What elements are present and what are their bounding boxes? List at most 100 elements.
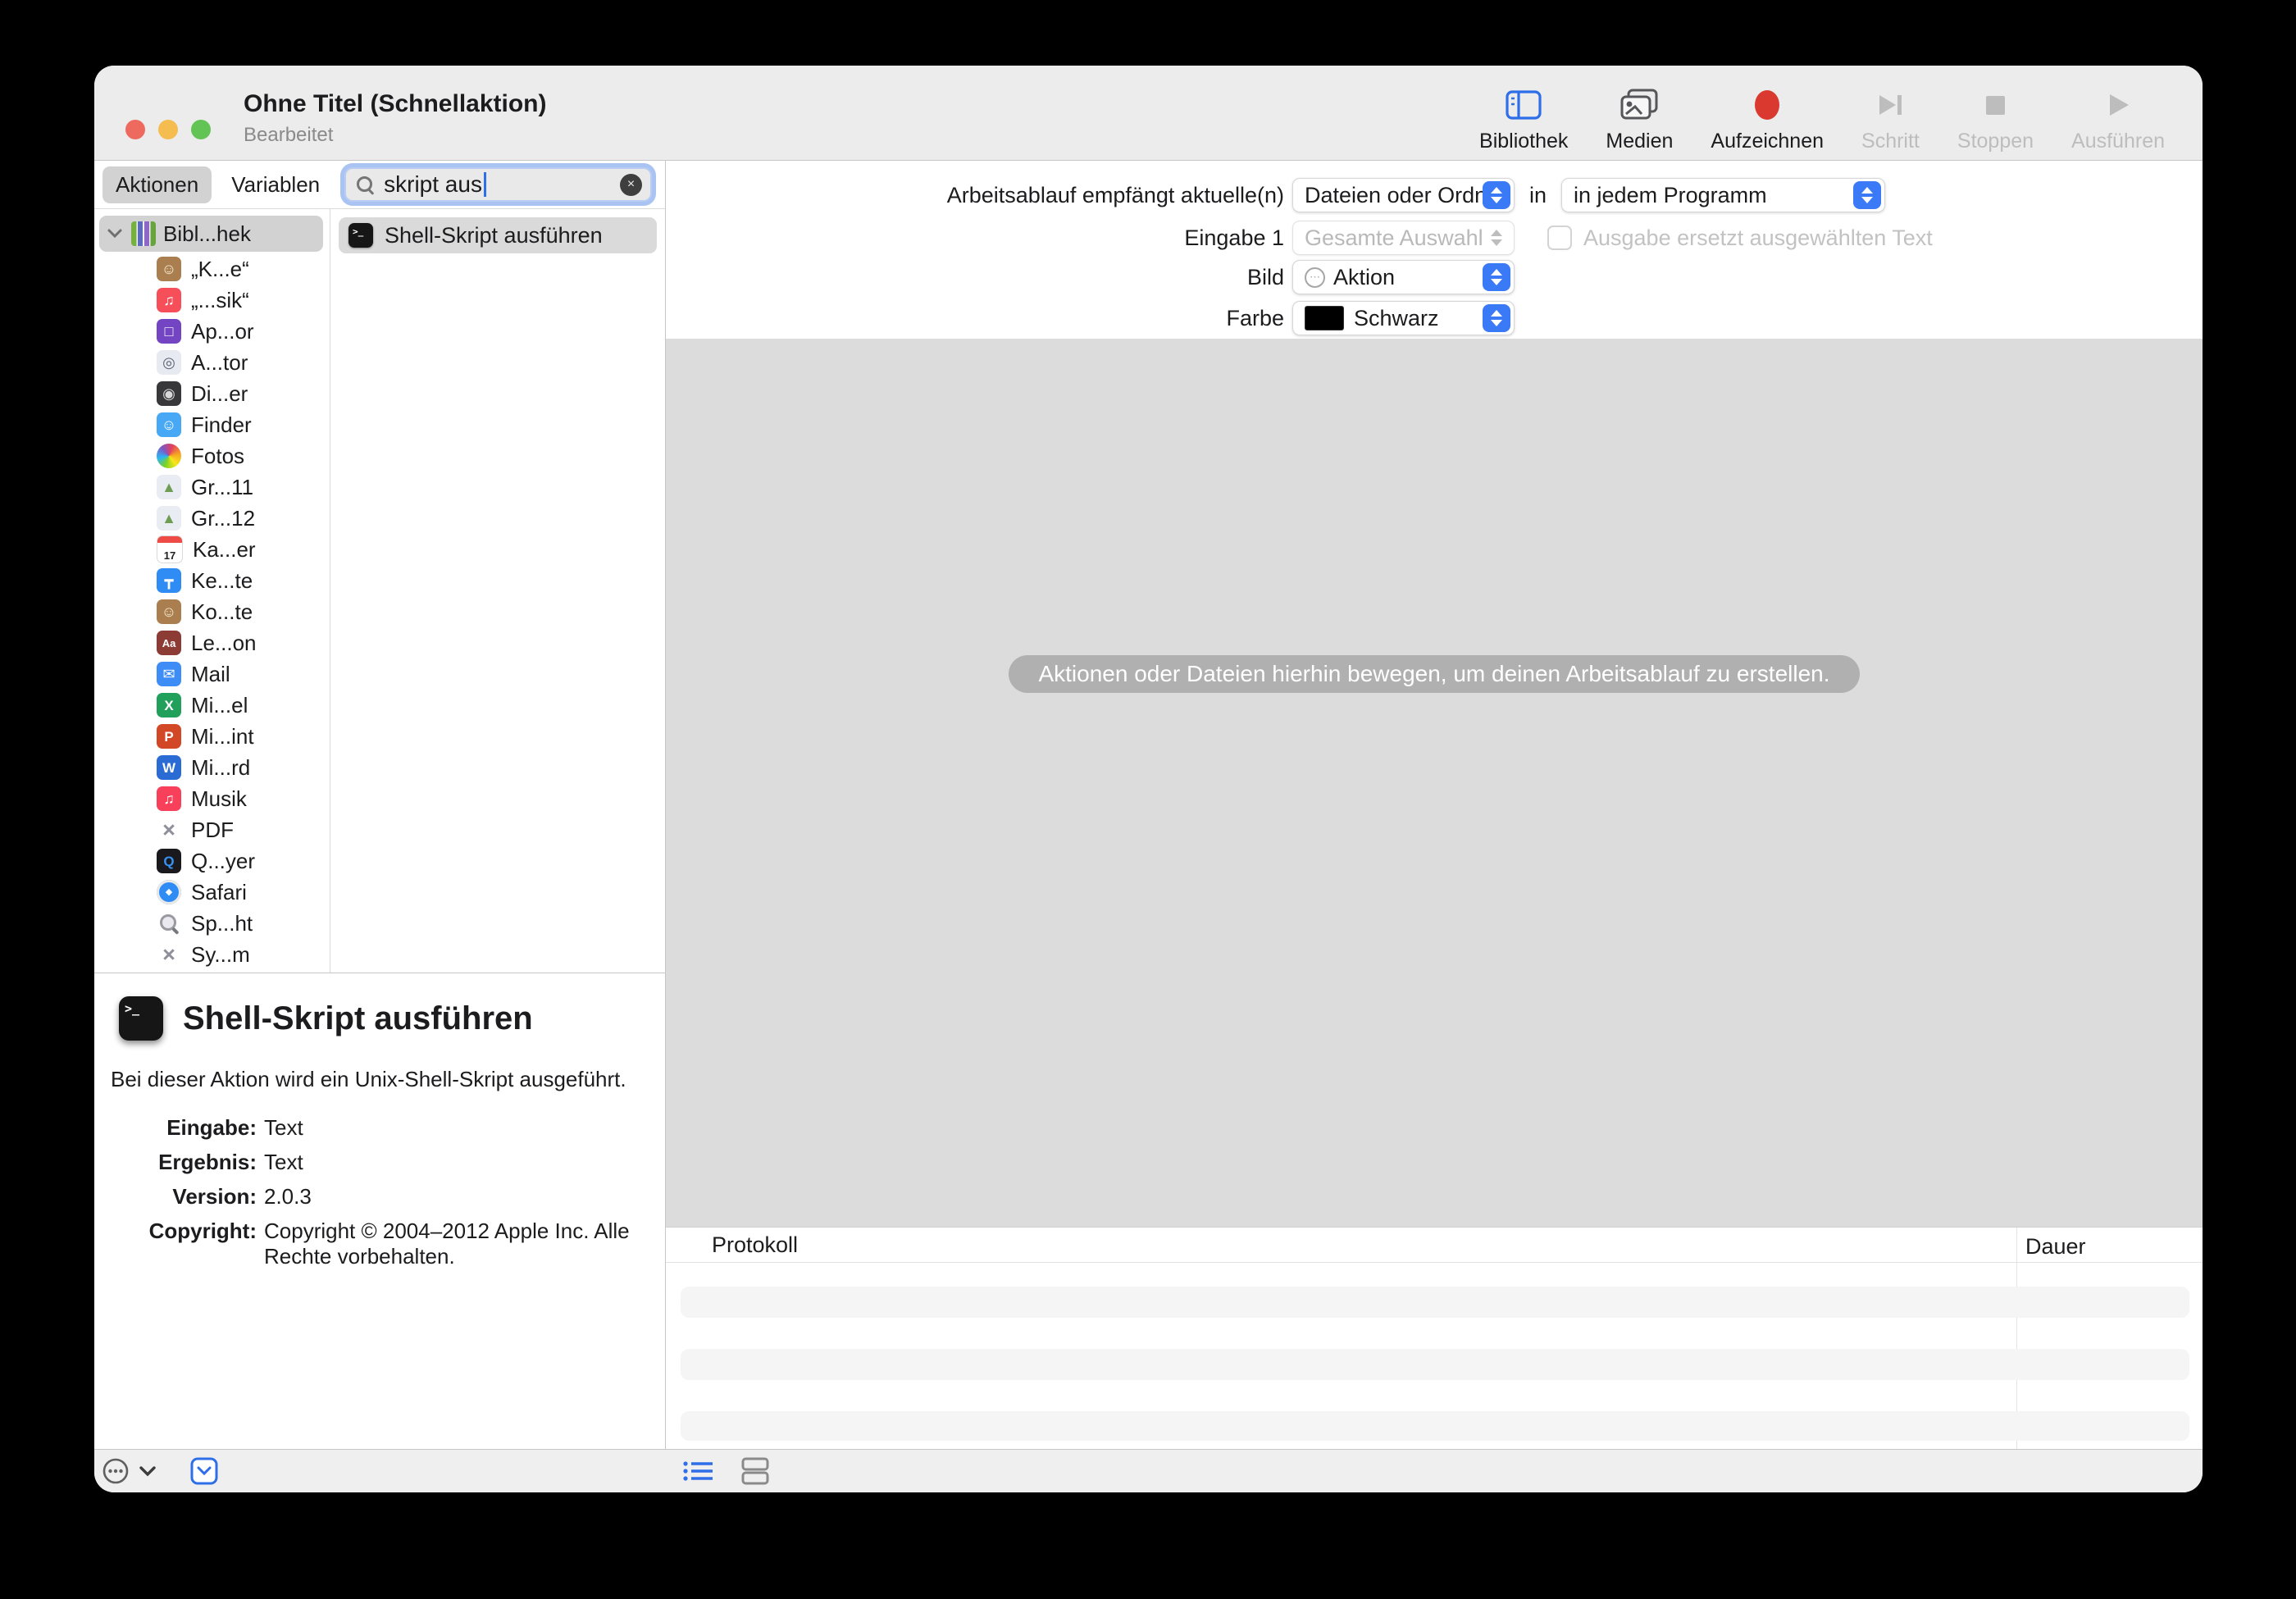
sidebar-item[interactable]: ▲Gr...11 — [94, 472, 330, 503]
sidebar-item-label: Q...yer — [191, 849, 255, 874]
action-result-label: Shell-Skript ausführen — [385, 223, 603, 248]
sidebar-item[interactable]: WMi...rd — [94, 752, 330, 783]
tab-variablen[interactable]: Variablen — [218, 166, 333, 203]
sidebar-item[interactable]: 17Ka...er — [94, 534, 330, 565]
media-icon — [1619, 87, 1660, 123]
sidebar-item[interactable]: ♫Musik — [94, 783, 330, 814]
target-app-select[interactable]: in jedem Programm — [1561, 178, 1885, 212]
crossed-tools-icon: × — [157, 818, 181, 842]
main-content: Aktionen Variablen skript aus × — [94, 161, 2203, 1449]
action-glyph-icon: ⋯ — [1305, 267, 1325, 288]
image-select[interactable]: ⋯ Aktion — [1292, 260, 1515, 294]
sidebar-item-label: Mi...int — [191, 724, 254, 749]
sidebar-item[interactable]: Q Q...yer — [94, 845, 330, 877]
excel-icon: X — [157, 693, 181, 718]
stepper-icon — [1483, 263, 1510, 291]
safari-compass-icon: ◆ — [157, 880, 181, 904]
sidebar-item[interactable]: PMi...int — [94, 721, 330, 752]
terminal-icon: >_ — [119, 996, 163, 1041]
medien-button[interactable]: Medien — [1606, 66, 1673, 160]
quicktime-icon: Q — [157, 849, 181, 873]
log-list-view-button[interactable] — [681, 1458, 716, 1484]
photos-flower-icon — [157, 444, 181, 468]
sidebar-item[interactable]: ☺Finder — [94, 409, 330, 440]
field-value: Text — [264, 1150, 652, 1175]
window-subtitle: Bearbeitet — [244, 124, 547, 147]
sidebar-item[interactable]: ☺Ko...te — [94, 596, 330, 627]
crossed-tools-icon: × — [157, 942, 181, 967]
search-value: skript aus — [384, 171, 482, 198]
log-row — [681, 1411, 2189, 1441]
sidebar-item[interactable]: ✉Mail — [94, 658, 330, 690]
log-panels-view-button[interactable] — [739, 1456, 773, 1486]
workflow-input-row: Eingabe 1 Gesamte Auswahl Ausgabe ersetz… — [666, 220, 1933, 256]
stepper-icon — [1483, 224, 1510, 252]
sidebar-item[interactable]: ◆Safari — [94, 877, 330, 908]
sidebar-item-label: A...tor — [191, 350, 248, 376]
stepper-icon — [1483, 304, 1510, 332]
close-button[interactable] — [125, 120, 145, 139]
sidebar-item[interactable]: ×Sy...m — [94, 939, 330, 970]
overflow-menu-button[interactable] — [101, 1456, 130, 1486]
search-results-list: >_ Shell-Skript ausführen — [330, 209, 665, 973]
terminal-icon: >_ — [348, 223, 373, 248]
field-value: 2.0.3 — [264, 1184, 652, 1210]
panel-collapse-button[interactable] — [189, 1456, 219, 1486]
contacts-icon: ☺ — [157, 599, 181, 624]
action-result-shell-skript[interactable]: >_ Shell-Skript ausführen — [339, 217, 657, 253]
detail-header: >_ Shell-Skript ausführen — [107, 996, 652, 1041]
sidebar-item-label: Mail — [191, 662, 230, 687]
sidebar-item[interactable]: □ Ap...or — [94, 316, 330, 347]
text-caret — [484, 172, 486, 197]
sidebar-item[interactable]: XMi...el — [94, 690, 330, 721]
clear-search-button[interactable]: × — [620, 174, 642, 196]
workflow-canvas[interactable]: Aktionen oder Dateien hierhin bewegen, u… — [666, 339, 2203, 1227]
in-label: in — [1529, 183, 1547, 208]
purple-display-icon: □ — [157, 319, 181, 344]
input-selection-select: Gesamte Auswahl — [1292, 221, 1515, 255]
sidebar-item-label: Ap...or — [191, 319, 254, 344]
bibliothek-button[interactable]: Bibliothek — [1479, 66, 1568, 160]
tab-aktionen[interactable]: Aktionen — [102, 166, 212, 203]
image-label: Bild — [666, 265, 1284, 290]
sidebar-item[interactable]: ◉Di...er — [94, 378, 330, 409]
detail-description: Bei dieser Aktion wird ein Unix-Shell-Sk… — [107, 1067, 652, 1092]
sidebar-item-bibliothek[interactable]: Bibl...hek — [99, 216, 323, 252]
sidebar-item-label: „...sik“ — [191, 288, 249, 313]
sidebar-item[interactable]: ☺„K...e“ — [94, 253, 330, 285]
toolbar-label: Bibliothek — [1479, 130, 1568, 153]
field-label: Eingabe: — [107, 1115, 257, 1141]
sidebar-item[interactable]: Sp...ht — [94, 908, 330, 939]
toolbar: Bibliothek Medien Aufzeichnen Schritt — [1479, 66, 2165, 160]
sidebar-item[interactable]: Fotos — [94, 440, 330, 472]
chevron-down-icon[interactable] — [137, 1463, 158, 1479]
log-header-dauer: Dauer — [2025, 1234, 2086, 1260]
log-row — [681, 1287, 2189, 1318]
record-icon — [1751, 87, 1784, 123]
field-label: Ergebnis: — [107, 1150, 257, 1175]
field-value: Copyright © 2004–2012 Apple Inc. Alle Re… — [264, 1219, 652, 1269]
sidebar-item[interactable]: ♫„...sik“ — [94, 285, 330, 316]
detail-title: Shell-Skript ausführen — [183, 1000, 533, 1037]
aufzeichnen-button[interactable]: Aufzeichnen — [1711, 66, 1824, 160]
sidebar-item[interactable]: AaLe...on — [94, 627, 330, 658]
search-input[interactable]: skript aus × — [344, 167, 652, 202]
sidebar-item[interactable]: ▲Gr...12 — [94, 503, 330, 534]
receive-type-select[interactable]: Dateien oder Ordner — [1292, 178, 1515, 212]
title-block: Ohne Titel (Schnellaktion) Bearbeitet — [244, 90, 547, 147]
sidebar-item-label: Musik — [191, 786, 247, 812]
sidebar-item[interactable]: ┳Ke...te — [94, 565, 330, 596]
sidebar-item[interactable]: ×PDF — [94, 814, 330, 845]
drop-hint: Aktionen oder Dateien hierhin bewegen, u… — [1009, 655, 1859, 693]
library-panel: Aktionen Variablen skript aus × — [94, 161, 666, 1449]
color-select[interactable]: Schwarz — [1292, 301, 1515, 335]
toolbar-label: Ausführen — [2071, 130, 2165, 153]
contacts-icon: ☺ — [157, 257, 181, 281]
minimize-button[interactable] — [158, 120, 178, 139]
stoppen-button: Stoppen — [1957, 66, 2034, 160]
sidebar-item[interactable]: ◎A...tor — [94, 347, 330, 378]
dictionary-icon: Aa — [157, 631, 181, 655]
sidebar-item-label: Gr...11 — [191, 475, 253, 500]
zoom-button[interactable] — [191, 120, 211, 139]
toolbar-label: Schritt — [1861, 130, 1920, 153]
